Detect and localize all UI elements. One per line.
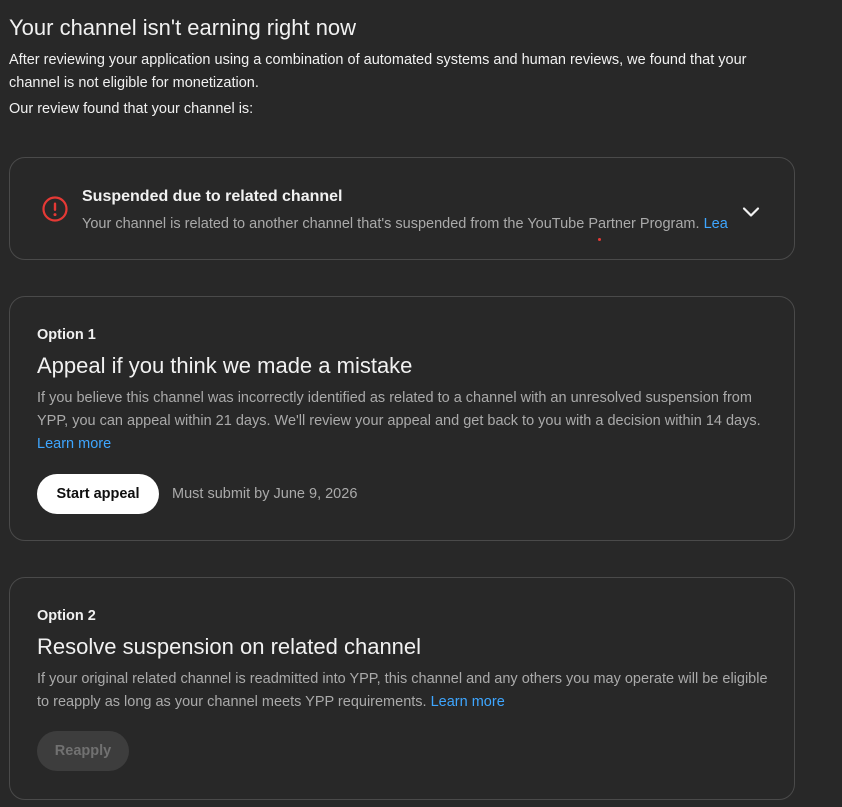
option-1-description: If you believe this channel was incorrec… (37, 387, 777, 456)
option-2-label: Option 2 (37, 608, 96, 624)
error-circle-icon (42, 196, 68, 222)
option-1-learn-more-link[interactable]: Learn more (37, 436, 111, 452)
option-2-description: If your original related channel is read… (37, 668, 777, 714)
chevron-down-icon[interactable] (739, 200, 763, 224)
review-label: Our review found that your channel is: (9, 101, 254, 117)
option-1-description-text: If you believe this channel was incorrec… (37, 390, 761, 429)
option-1-label: Option 1 (37, 327, 96, 343)
monetization-status-page: Your channel isn't earning right now Aft… (0, 0, 842, 807)
option-1-card: Option 1 Appeal if you think we made a m… (9, 296, 795, 541)
option-2-learn-more-link[interactable]: Learn more (431, 694, 505, 710)
option-1-title: Appeal if you think we made a mistake (37, 353, 413, 378)
reapply-button[interactable]: Reapply (37, 731, 129, 771)
appeal-deadline: Must submit by June 9, 2026 (172, 486, 358, 502)
option-2-card: Option 2 Resolve suspension on related c… (9, 577, 795, 800)
start-appeal-button[interactable]: Start appeal (37, 474, 159, 514)
suspension-status-card[interactable]: Suspended due to related channel Your ch… (9, 157, 795, 260)
status-description: Your channel is related to another chann… (82, 213, 730, 235)
status-learn-more-link[interactable]: Lea (704, 216, 728, 232)
intro-text: After reviewing your application using a… (9, 52, 747, 91)
status-description-text: Your channel is related to another chann… (82, 216, 700, 232)
option-2-title: Resolve suspension on related channel (37, 634, 422, 659)
page-title: Your channel isn't earning right now (9, 15, 357, 40)
spellcheck-dot (598, 238, 601, 241)
status-title: Suspended due to related channel (82, 188, 343, 205)
option-2-description-text: If your original related channel is read… (37, 671, 768, 710)
